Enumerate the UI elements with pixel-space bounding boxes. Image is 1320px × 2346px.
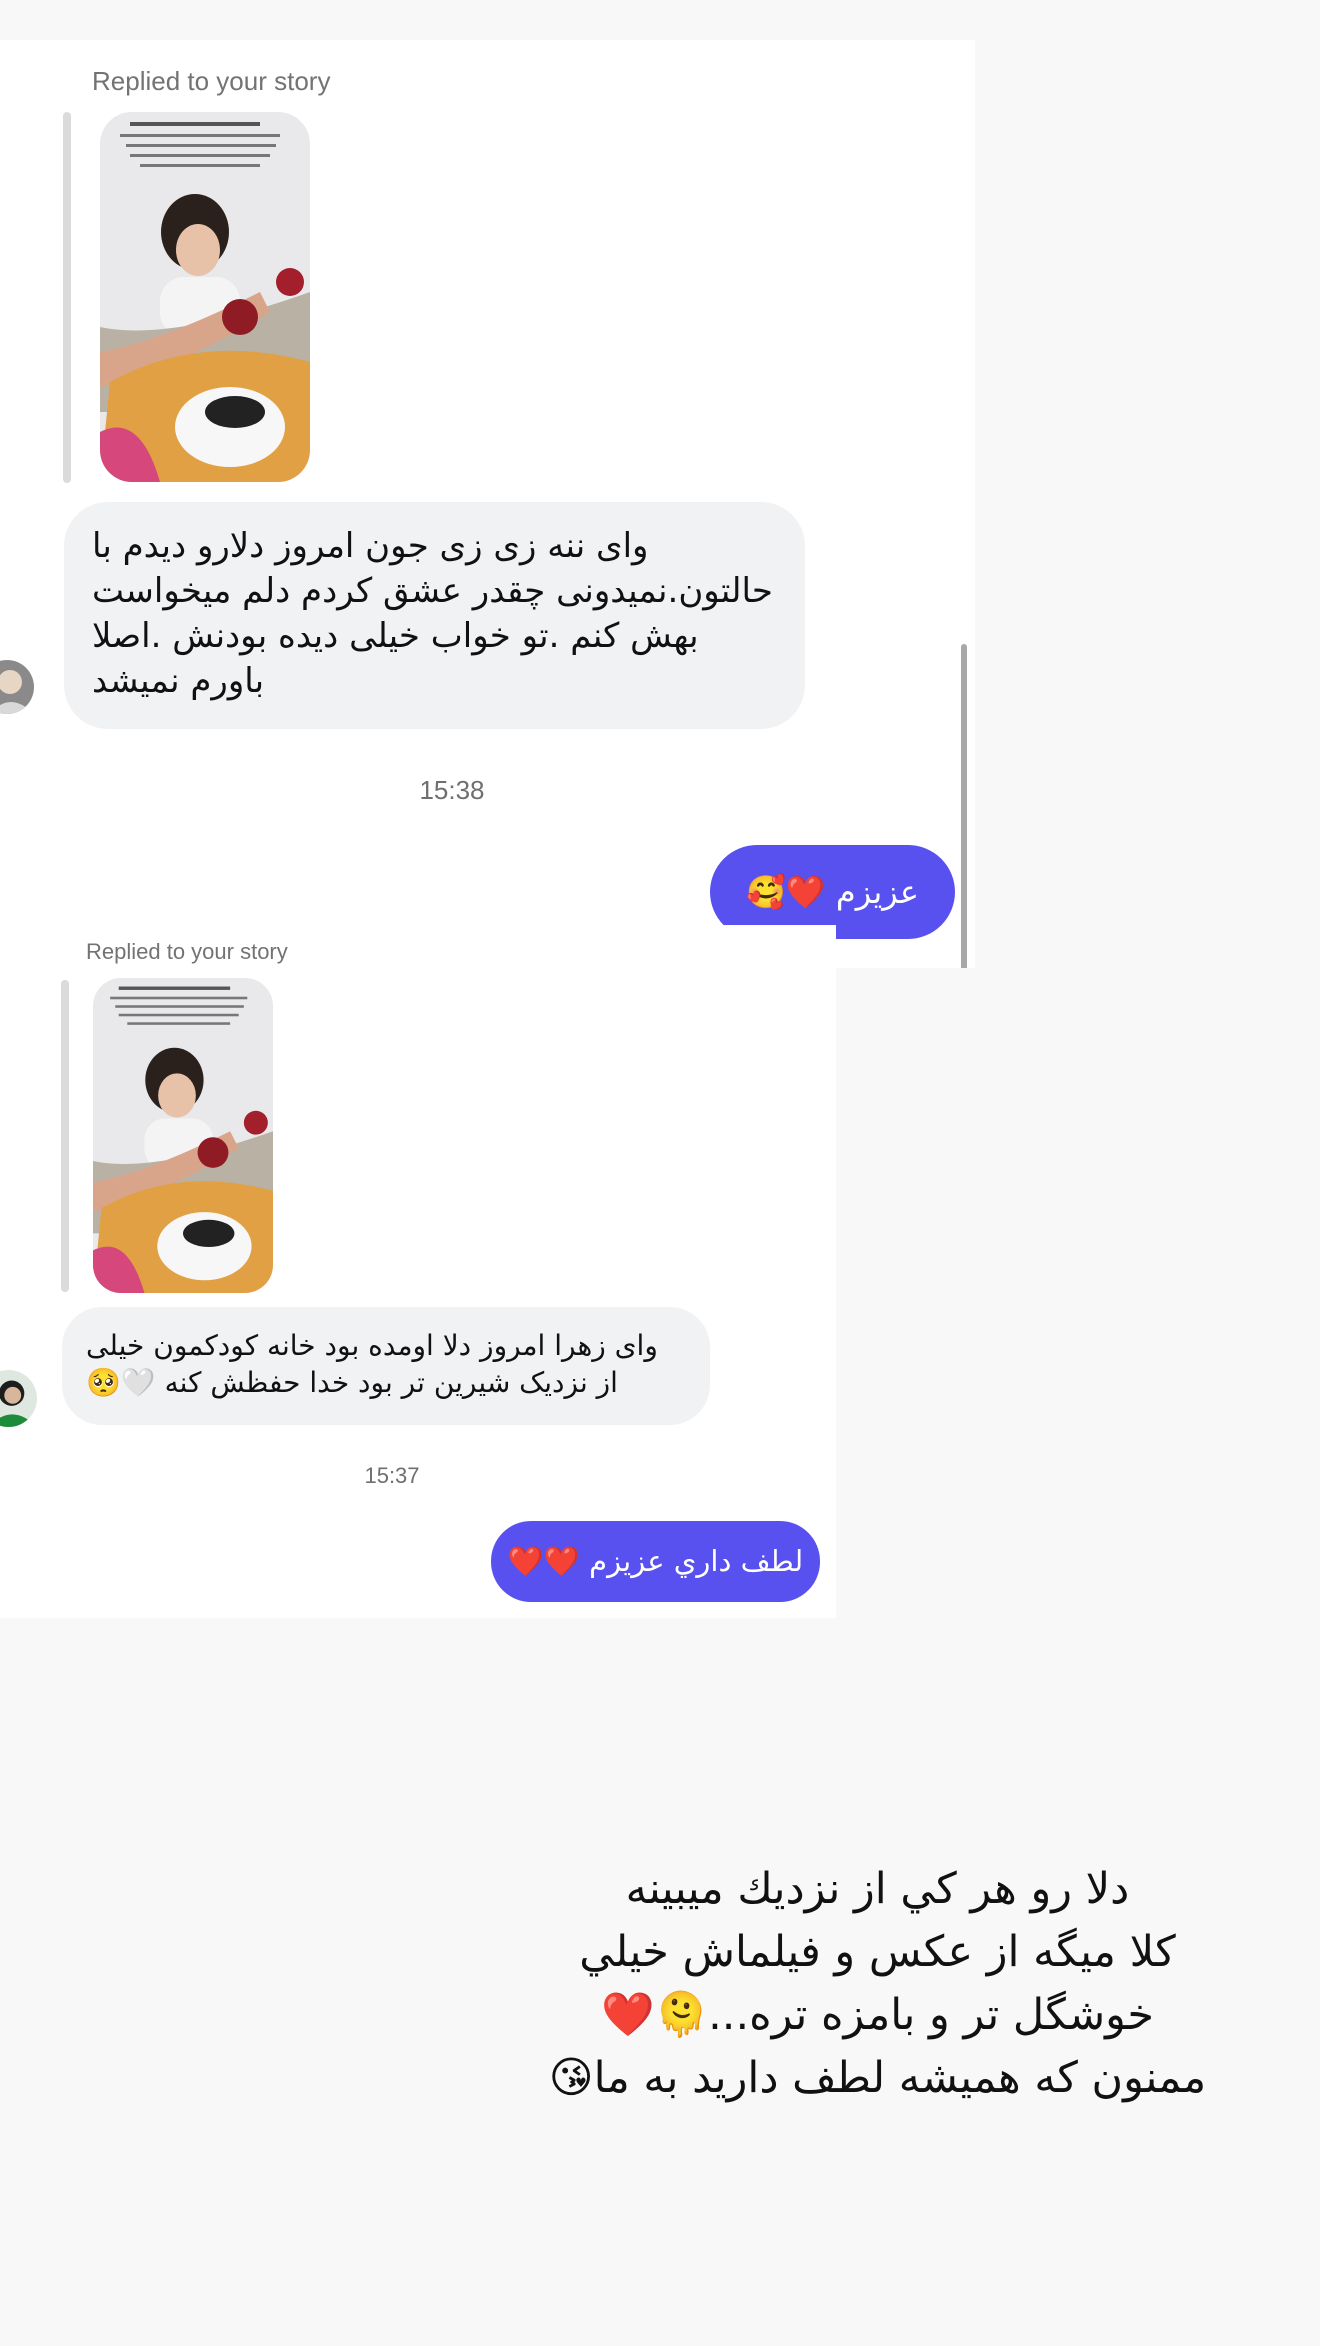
replied-to-story-label: Replied to your story <box>92 66 331 96</box>
story-thumbnail[interactable] <box>100 112 310 482</box>
story-image <box>100 112 310 482</box>
post-caption: دلا رو هر كي از نزديك ميبينه كلا ميگه از… <box>548 1864 1207 2103</box>
outgoing-message-bubble[interactable]: لطف داري عزيزم ❤️❤️ <box>491 1521 820 1602</box>
story-quote-bar <box>61 980 69 1292</box>
message-timestamp: 15:37 <box>364 1463 420 1488</box>
scrollbar[interactable] <box>961 644 967 968</box>
message-timestamp: 15:38 <box>419 775 485 805</box>
replied-to-story-label: Replied to your story <box>86 939 288 964</box>
contact-avatar[interactable] <box>0 1370 37 1427</box>
incoming-message-bubble[interactable]: وای ننه زی زی جون امروز دلارو دیدم با حا… <box>64 502 805 729</box>
story-quote-bar <box>63 112 71 483</box>
avatar-image <box>0 1370 37 1427</box>
incoming-message-bubble[interactable]: وای زهرا امروز دلا اومده بود خانه کودکمو… <box>62 1307 710 1425</box>
avatar-image <box>0 660 34 714</box>
chat-screenshot-top: Replied to your story وای ننه زی زی جون … <box>0 40 975 968</box>
story-image <box>93 978 273 1293</box>
contact-avatar[interactable] <box>0 660 34 714</box>
story-thumbnail[interactable] <box>93 978 273 1293</box>
chat-screenshot-bottom: Replied to your story وای زهرا امروز دلا… <box>0 925 836 1618</box>
